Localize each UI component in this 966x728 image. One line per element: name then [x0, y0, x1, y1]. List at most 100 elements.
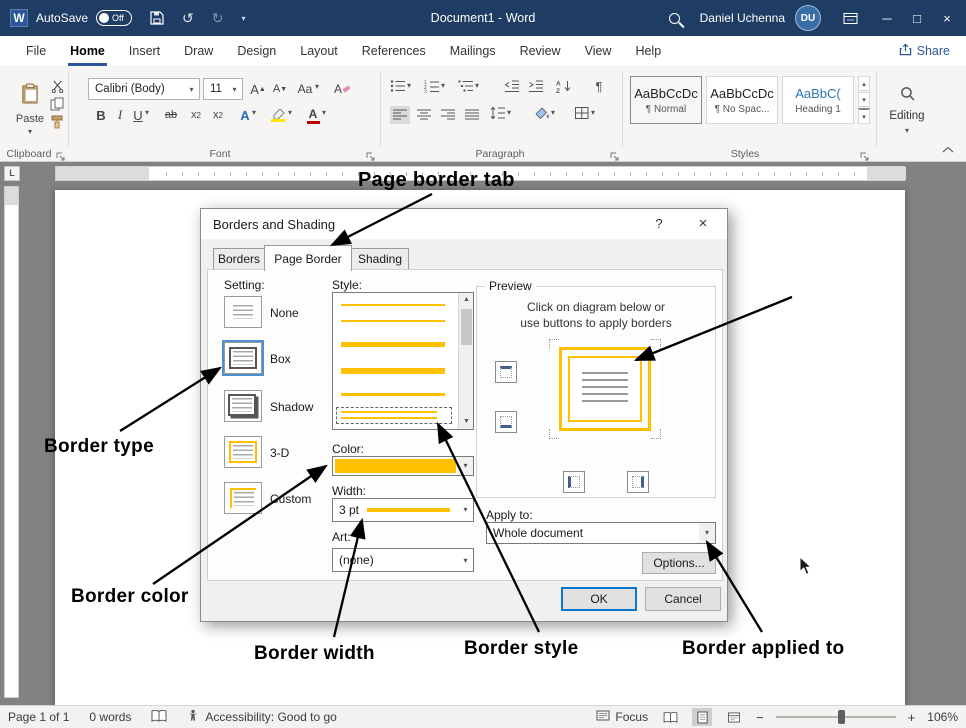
share-button[interactable]: Share — [899, 43, 950, 59]
style-option-line[interactable] — [341, 320, 445, 322]
dialog-close-icon[interactable]: × — [695, 215, 711, 232]
collapse-ribbon-icon[interactable] — [942, 146, 954, 154]
borders-chevron-icon[interactable]: ▾ — [591, 108, 595, 117]
art-dropdown[interactable]: (none) ▾ — [332, 548, 474, 572]
strikethrough-icon[interactable]: ab — [160, 106, 182, 124]
multilevel-list-icon[interactable] — [458, 79, 474, 93]
style-option-line[interactable] — [341, 368, 445, 374]
options-button[interactable]: Options... — [642, 552, 716, 574]
styles-dialog-launcher-icon[interactable] — [860, 149, 870, 167]
underline-icon[interactable]: U — [130, 106, 146, 124]
sort-icon[interactable]: AZ — [556, 79, 572, 93]
zoom-out-icon[interactable]: − — [756, 710, 764, 725]
color-dropdown[interactable]: ▾ — [332, 456, 474, 476]
close-button[interactable]: × — [932, 0, 962, 36]
clipboard-dialog-launcher-icon[interactable] — [56, 149, 66, 167]
scroll-up-icon[interactable]: ▲ — [459, 293, 474, 307]
avatar[interactable]: DU — [795, 5, 821, 31]
font-color-icon[interactable]: A — [304, 106, 322, 124]
bottom-border-button[interactable] — [495, 411, 517, 433]
justify-icon[interactable] — [462, 106, 482, 124]
numbering-chevron-icon[interactable]: ▾ — [441, 81, 445, 90]
show-paragraph-marks-icon[interactable]: ¶ — [590, 78, 608, 94]
shrink-font-icon[interactable]: A▼ — [270, 80, 290, 98]
paste-button[interactable]: Paste ▾ — [8, 74, 52, 144]
bullets-icon[interactable] — [390, 79, 406, 93]
cancel-button[interactable]: Cancel — [645, 587, 721, 611]
style-option-line[interactable] — [341, 342, 445, 347]
print-layout-icon[interactable] — [692, 708, 712, 726]
subscript-icon[interactable]: x2 — [186, 106, 206, 124]
style-list-scrollbar[interactable]: ▲ ▼ — [458, 293, 473, 429]
width-dropdown[interactable]: 3 pt ▾ — [332, 498, 474, 522]
left-border-button[interactable] — [563, 471, 585, 493]
tab-home[interactable]: Home — [58, 36, 117, 66]
setting-custom-label[interactable]: Custom — [270, 492, 311, 506]
maximize-button[interactable]: □ — [902, 0, 932, 36]
focus-mode-button[interactable]: Focus — [596, 710, 648, 724]
search-icon[interactable] — [669, 13, 680, 24]
tab-shading[interactable]: Shading — [351, 248, 409, 270]
tab-borders[interactable]: Borders — [213, 248, 265, 270]
zoom-level[interactable]: 106% — [927, 710, 958, 724]
clear-formatting-icon[interactable]: A — [332, 80, 352, 98]
numbering-icon[interactable]: 123 — [424, 79, 440, 93]
tab-review[interactable]: Review — [508, 36, 573, 66]
redo-icon[interactable]: ↻ — [212, 10, 224, 27]
superscript-icon[interactable]: x2 — [208, 106, 228, 124]
styles-more-icon[interactable]: ▾ — [858, 108, 870, 124]
apply-to-dropdown[interactable]: Whole document ▾ — [486, 522, 716, 544]
zoom-slider[interactable] — [776, 710, 896, 724]
setting-3d-icon[interactable] — [224, 436, 262, 468]
align-right-icon[interactable] — [438, 106, 458, 124]
style-no-spacing[interactable]: AaBbCcDc ¶ No Spac... — [706, 76, 778, 124]
tab-view[interactable]: View — [573, 36, 624, 66]
zoom-slider-thumb[interactable] — [838, 710, 845, 724]
underline-chevron-icon[interactable]: ▾ — [145, 108, 149, 117]
page-indicator[interactable]: Page 1 of 1 — [8, 710, 69, 724]
tab-insert[interactable]: Insert — [117, 36, 172, 66]
shading-icon[interactable] — [534, 106, 550, 120]
tab-design[interactable]: Design — [225, 36, 288, 66]
ok-button[interactable]: OK — [561, 587, 637, 611]
tab-file[interactable]: File — [14, 36, 58, 66]
read-mode-icon[interactable] — [660, 708, 680, 726]
line-spacing-chevron-icon[interactable]: ▾ — [507, 108, 511, 117]
decrease-indent-icon[interactable] — [504, 79, 520, 93]
save-icon[interactable] — [150, 11, 164, 25]
setting-shadow-icon[interactable] — [224, 390, 262, 422]
styles-scroll-down-icon[interactable]: ▾ — [858, 92, 870, 107]
preview-diagram[interactable] — [549, 339, 661, 439]
dialog-help-icon[interactable]: ? — [651, 216, 667, 231]
ribbon-display-options-icon[interactable] — [843, 12, 858, 25]
change-case-icon[interactable]: Aa — [294, 80, 316, 98]
top-border-button[interactable] — [495, 361, 517, 383]
style-listbox[interactable]: ▲ ▼ — [332, 292, 474, 430]
highlight-color-chevron-icon[interactable]: ▾ — [288, 108, 292, 117]
align-left-icon[interactable] — [390, 106, 410, 124]
tab-draw[interactable]: Draw — [172, 36, 225, 66]
style-normal[interactable]: AaBbCcDc ¶ Normal — [630, 76, 702, 124]
change-case-chevron-icon[interactable]: ▾ — [315, 82, 319, 91]
highlight-color-icon[interactable] — [268, 106, 288, 124]
font-size-combo[interactable]: 11 ▾ — [203, 78, 243, 100]
grow-font-icon[interactable]: A▲ — [248, 80, 268, 98]
font-color-chevron-icon[interactable]: ▾ — [322, 108, 326, 117]
text-effects-chevron-icon[interactable]: ▾ — [252, 108, 256, 117]
user-name[interactable]: Daniel Uchenna — [700, 11, 785, 25]
styles-scroll-up-icon[interactable]: ▴ — [858, 76, 870, 91]
line-spacing-icon[interactable] — [490, 106, 506, 120]
word-count[interactable]: 0 words — [89, 710, 131, 724]
paragraph-dialog-launcher-icon[interactable] — [610, 149, 620, 167]
font-dialog-launcher-icon[interactable] — [366, 149, 376, 167]
zoom-in-icon[interactable]: + — [908, 710, 916, 725]
tab-help[interactable]: Help — [623, 36, 673, 66]
font-name-combo[interactable]: Calibri (Body) ▾ — [88, 78, 200, 100]
bold-icon[interactable]: B — [92, 106, 110, 124]
increase-indent-icon[interactable] — [528, 79, 544, 93]
setting-none-icon[interactable] — [224, 296, 262, 328]
style-heading1[interactable]: AaBbC( Heading 1 — [782, 76, 854, 124]
tab-references[interactable]: References — [350, 36, 438, 66]
setting-box-icon[interactable] — [224, 342, 262, 374]
setting-none-label[interactable]: None — [270, 306, 299, 320]
